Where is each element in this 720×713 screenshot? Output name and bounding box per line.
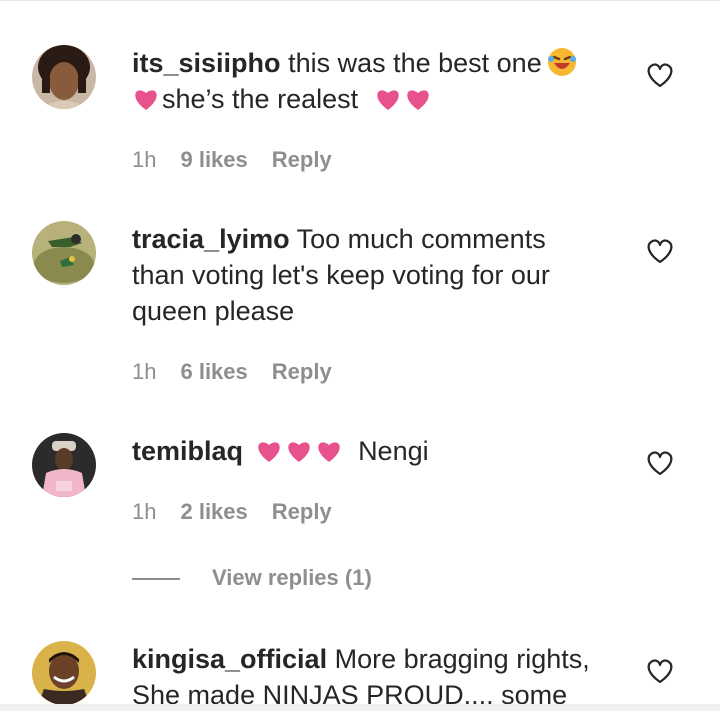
pink-heart-emoji	[287, 442, 310, 462]
heart-outline-icon[interactable]	[645, 60, 675, 90]
view-replies-divider	[132, 578, 180, 580]
avatar[interactable]	[32, 45, 96, 109]
bottom-divider	[0, 704, 720, 711]
reply-button[interactable]: Reply	[272, 499, 332, 524]
pink-heart-emoji	[406, 90, 429, 110]
comment-time: 1h	[132, 147, 157, 172]
comment-meta: 1h 2 likes Reply	[132, 499, 356, 525]
laughing-face-emoji	[547, 48, 576, 76]
view-replies-button[interactable]: View replies (1)	[212, 565, 372, 591]
likes-count[interactable]: 9 likes	[180, 147, 247, 172]
likes-count[interactable]: 2 likes	[180, 499, 247, 524]
heart-outline-icon[interactable]	[645, 448, 675, 478]
avatar[interactable]	[32, 641, 96, 705]
comment-time: 1h	[132, 499, 157, 524]
comment-body: Nengi	[358, 436, 429, 466]
pink-heart-emoji	[317, 442, 340, 462]
comment-username[interactable]: tracia_lyimo	[132, 224, 290, 254]
comment-meta: 1h 9 likes Reply	[132, 147, 356, 173]
avatar[interactable]	[32, 221, 96, 285]
pink-heart-emoji	[257, 442, 280, 462]
pink-heart-emoji	[376, 90, 399, 110]
comment-text: temiblaq Nengi	[132, 433, 602, 469]
comment-username[interactable]: its_sisiipho	[132, 48, 281, 78]
top-divider	[0, 0, 720, 1]
comment-username[interactable]: temiblaq	[132, 436, 243, 466]
comment-text: tracia_lyimo Too much comments than voti…	[132, 221, 602, 329]
comment-body-continued: she’s the realest	[162, 84, 359, 114]
likes-count[interactable]: 6 likes	[180, 359, 247, 384]
comment-body: this was the best one	[288, 48, 542, 78]
comment-time: 1h	[132, 359, 157, 384]
heart-outline-icon[interactable]	[645, 656, 675, 686]
comment-text: its_sisiipho this was the best one she’s…	[132, 45, 602, 117]
reply-button[interactable]: Reply	[272, 147, 332, 172]
pink-heart-emoji	[135, 90, 157, 110]
avatar[interactable]	[32, 433, 96, 497]
comment-text: kingisa_official More bragging rights, S…	[132, 641, 602, 713]
reply-button[interactable]: Reply	[272, 359, 332, 384]
heart-outline-icon[interactable]	[645, 236, 675, 266]
comment-username[interactable]: kingisa_official	[132, 644, 327, 674]
comment-meta: 1h 6 likes Reply	[132, 359, 356, 385]
